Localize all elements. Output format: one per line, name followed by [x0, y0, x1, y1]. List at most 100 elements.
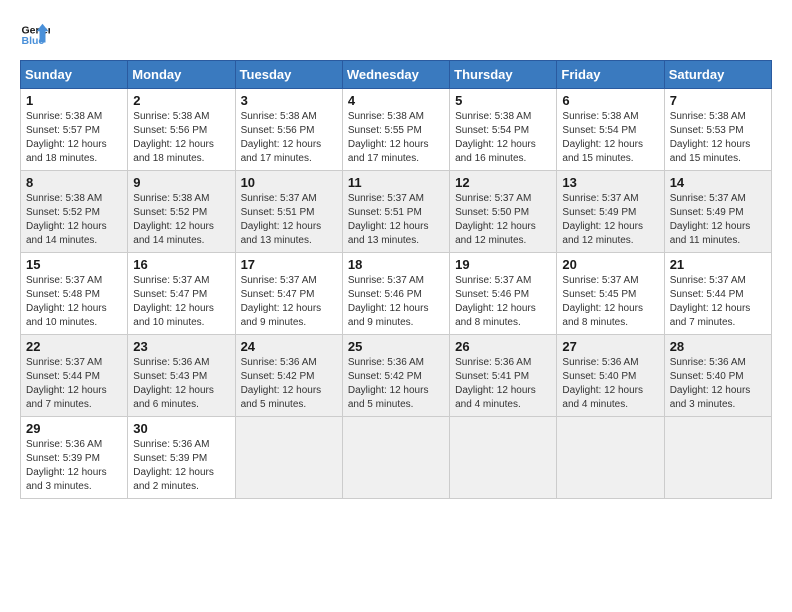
calendar-cell: 26 Sunrise: 5:36 AM Sunset: 5:41 PM Dayli…: [450, 335, 557, 417]
day-number: 4: [348, 93, 444, 108]
day-number: 9: [133, 175, 229, 190]
calendar-cell: 28 Sunrise: 5:36 AM Sunset: 5:40 PM Dayli…: [664, 335, 771, 417]
day-number: 19: [455, 257, 551, 272]
day-number: 16: [133, 257, 229, 272]
calendar-cell: 22Sunrise: 5:37 AM Sunset: 5:44 PM Dayli…: [21, 335, 128, 417]
day-info: Sunrise: 5:38 AM Sunset: 5:54 PM Dayligh…: [455, 110, 551, 166]
day-number: 18: [348, 257, 444, 272]
day-info: Sunrise: 5:37 AM Sunset: 5:46 PM Dayligh…: [348, 274, 444, 330]
day-header-wednesday: Wednesday: [342, 61, 449, 89]
day-number: 27: [562, 339, 658, 354]
day-info: Sunrise: 5:37 AM Sunset: 5:47 PM Dayligh…: [133, 274, 229, 330]
logo: General Blue: [20, 20, 50, 50]
calendar-week-1: 1 Sunrise: 5:38 AM Sunset: 5:57 PM Daylig…: [21, 89, 772, 171]
day-info: Sunrise: 5:36 AM Sunset: 5:40 PM Dayligh…: [670, 356, 766, 412]
calendar-cell: 15 Sunrise: 5:37 AM Sunset: 5:48 PM Dayli…: [21, 253, 128, 335]
day-header-monday: Monday: [128, 61, 235, 89]
day-info: Sunrise: 5:37 AM Sunset: 5:51 PM Dayligh…: [241, 192, 337, 248]
day-number: 5: [455, 93, 551, 108]
day-info: Sunrise: 5:38 AM Sunset: 5:56 PM Dayligh…: [133, 110, 229, 166]
calendar-cell: 8 Sunrise: 5:38 AM Sunset: 5:52 PM Daylig…: [21, 171, 128, 253]
calendar-week-4: 22Sunrise: 5:37 AM Sunset: 5:44 PM Dayli…: [21, 335, 772, 417]
day-number: 11: [348, 175, 444, 190]
calendar-cell: [664, 417, 771, 499]
day-info: Sunrise: 5:36 AM Sunset: 5:42 PM Dayligh…: [348, 356, 444, 412]
day-number: 7: [670, 93, 766, 108]
day-number: 30: [133, 421, 229, 436]
day-header-tuesday: Tuesday: [235, 61, 342, 89]
day-number: 26: [455, 339, 551, 354]
day-header-friday: Friday: [557, 61, 664, 89]
day-number: 25: [348, 339, 444, 354]
day-info: Sunrise: 5:37 AM Sunset: 5:44 PM Dayligh…: [26, 356, 122, 412]
calendar-cell: 29Sunrise: 5:36 AM Sunset: 5:39 PM Dayli…: [21, 417, 128, 499]
day-number: 12: [455, 175, 551, 190]
calendar-cell: 30 Sunrise: 5:36 AM Sunset: 5:39 PM Dayli…: [128, 417, 235, 499]
calendar-cell: 20Sunrise: 5:37 AM Sunset: 5:45 PM Dayli…: [557, 253, 664, 335]
calendar-cell: 19 Sunrise: 5:37 AM Sunset: 5:46 PM Dayli…: [450, 253, 557, 335]
calendar-cell: 23Sunrise: 5:36 AM Sunset: 5:43 PM Dayli…: [128, 335, 235, 417]
calendar-cell: 17 Sunrise: 5:37 AM Sunset: 5:47 PM Dayli…: [235, 253, 342, 335]
calendar-cell: 16 Sunrise: 5:37 AM Sunset: 5:47 PM Dayli…: [128, 253, 235, 335]
page-header: General Blue: [20, 20, 772, 50]
day-info: Sunrise: 5:36 AM Sunset: 5:39 PM Dayligh…: [133, 438, 229, 494]
calendar-cell: 21 Sunrise: 5:37 AM Sunset: 5:44 PM Dayli…: [664, 253, 771, 335]
day-number: 28: [670, 339, 766, 354]
calendar-cell: [235, 417, 342, 499]
calendar-cell: 6 Sunrise: 5:38 AM Sunset: 5:54 PM Daylig…: [557, 89, 664, 171]
calendar-cell: [557, 417, 664, 499]
calendar-cell: 18 Sunrise: 5:37 AM Sunset: 5:46 PM Dayli…: [342, 253, 449, 335]
day-number: 6: [562, 93, 658, 108]
day-info: Sunrise: 5:38 AM Sunset: 5:56 PM Dayligh…: [241, 110, 337, 166]
day-number: 10: [241, 175, 337, 190]
calendar-cell: 11 Sunrise: 5:37 AM Sunset: 5:51 PM Dayli…: [342, 171, 449, 253]
calendar-cell: 1 Sunrise: 5:38 AM Sunset: 5:57 PM Daylig…: [21, 89, 128, 171]
day-number: 8: [26, 175, 122, 190]
day-info: Sunrise: 5:36 AM Sunset: 5:41 PM Dayligh…: [455, 356, 551, 412]
calendar-cell: 12 Sunrise: 5:37 AM Sunset: 5:50 PM Dayli…: [450, 171, 557, 253]
calendar-cell: 7 Sunrise: 5:38 AM Sunset: 5:53 PM Daylig…: [664, 89, 771, 171]
day-number: 14: [670, 175, 766, 190]
day-info: Sunrise: 5:37 AM Sunset: 5:49 PM Dayligh…: [670, 192, 766, 248]
day-number: 13: [562, 175, 658, 190]
calendar-cell: 24Sunrise: 5:36 AM Sunset: 5:42 PM Dayli…: [235, 335, 342, 417]
day-header-thursday: Thursday: [450, 61, 557, 89]
calendar-week-3: 15 Sunrise: 5:37 AM Sunset: 5:48 PM Dayli…: [21, 253, 772, 335]
day-header-sunday: Sunday: [21, 61, 128, 89]
calendar-cell: 25 Sunrise: 5:36 AM Sunset: 5:42 PM Dayli…: [342, 335, 449, 417]
calendar-cell: 27Sunrise: 5:36 AM Sunset: 5:40 PM Dayli…: [557, 335, 664, 417]
day-info: Sunrise: 5:38 AM Sunset: 5:54 PM Dayligh…: [562, 110, 658, 166]
day-info: Sunrise: 5:37 AM Sunset: 5:46 PM Dayligh…: [455, 274, 551, 330]
day-info: Sunrise: 5:37 AM Sunset: 5:47 PM Dayligh…: [241, 274, 337, 330]
day-info: Sunrise: 5:36 AM Sunset: 5:43 PM Dayligh…: [133, 356, 229, 412]
day-number: 29: [26, 421, 122, 436]
calendar-week-2: 8 Sunrise: 5:38 AM Sunset: 5:52 PM Daylig…: [21, 171, 772, 253]
calendar-header: SundayMondayTuesdayWednesdayThursdayFrid…: [21, 61, 772, 89]
day-header-saturday: Saturday: [664, 61, 771, 89]
day-info: Sunrise: 5:37 AM Sunset: 5:50 PM Dayligh…: [455, 192, 551, 248]
day-number: 21: [670, 257, 766, 272]
day-number: 24: [241, 339, 337, 354]
calendar-cell: 2 Sunrise: 5:38 AM Sunset: 5:56 PM Daylig…: [128, 89, 235, 171]
calendar-cell: 13 Sunrise: 5:37 AM Sunset: 5:49 PM Dayli…: [557, 171, 664, 253]
day-info: Sunrise: 5:37 AM Sunset: 5:49 PM Dayligh…: [562, 192, 658, 248]
day-number: 2: [133, 93, 229, 108]
day-number: 3: [241, 93, 337, 108]
calendar-cell: 14 Sunrise: 5:37 AM Sunset: 5:49 PM Dayli…: [664, 171, 771, 253]
day-info: Sunrise: 5:38 AM Sunset: 5:52 PM Dayligh…: [26, 192, 122, 248]
day-info: Sunrise: 5:37 AM Sunset: 5:44 PM Dayligh…: [670, 274, 766, 330]
day-info: Sunrise: 5:37 AM Sunset: 5:48 PM Dayligh…: [26, 274, 122, 330]
calendar-cell: 9Sunrise: 5:38 AM Sunset: 5:52 PM Daylig…: [128, 171, 235, 253]
day-number: 15: [26, 257, 122, 272]
day-info: Sunrise: 5:37 AM Sunset: 5:51 PM Dayligh…: [348, 192, 444, 248]
calendar-cell: [342, 417, 449, 499]
day-number: 1: [26, 93, 122, 108]
logo-icon: General Blue: [20, 20, 50, 50]
calendar-cell: 10 Sunrise: 5:37 AM Sunset: 5:51 PM Dayli…: [235, 171, 342, 253]
day-info: Sunrise: 5:37 AM Sunset: 5:45 PM Dayligh…: [562, 274, 658, 330]
day-info: Sunrise: 5:38 AM Sunset: 5:57 PM Dayligh…: [26, 110, 122, 166]
day-info: Sunrise: 5:38 AM Sunset: 5:53 PM Dayligh…: [670, 110, 766, 166]
calendar-cell: 4 Sunrise: 5:38 AM Sunset: 5:55 PM Daylig…: [342, 89, 449, 171]
day-number: 17: [241, 257, 337, 272]
day-info: Sunrise: 5:38 AM Sunset: 5:55 PM Dayligh…: [348, 110, 444, 166]
